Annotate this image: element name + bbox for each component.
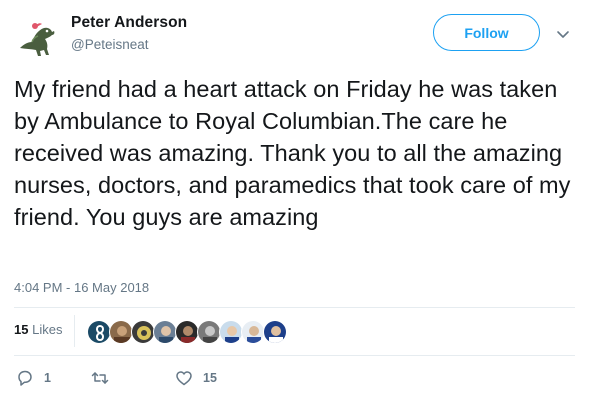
tweet-card: Peter Anderson @Peteisneat Follow My fri… xyxy=(0,0,589,404)
liker-avatar-2[interactable] xyxy=(109,320,133,344)
liker-avatar-4[interactable] xyxy=(153,320,177,344)
tweet-text: My friend had a heart attack on Friday h… xyxy=(14,76,571,230)
heart-icon xyxy=(176,371,192,386)
liker-avatar-1[interactable] xyxy=(87,320,111,344)
follow-button[interactable]: Follow xyxy=(433,14,540,51)
likes-label: Likes xyxy=(32,322,63,337)
author-handle[interactable]: @Peteisneat xyxy=(71,37,149,52)
retweet-icon xyxy=(91,372,109,384)
author-display-name[interactable]: Peter Anderson xyxy=(71,14,187,32)
divider xyxy=(14,307,575,308)
liker-avatar-9[interactable] xyxy=(263,320,287,344)
tweet-timestamp[interactable]: 4:04 PM - 16 May 2018 xyxy=(14,280,149,295)
reply-icon xyxy=(18,370,32,386)
liker-avatar-5[interactable] xyxy=(175,320,199,344)
likes-count: 15 xyxy=(14,322,29,337)
reply-button[interactable]: 1 xyxy=(16,369,51,387)
reply-count: 1 xyxy=(44,371,51,385)
like-button[interactable]: 15 xyxy=(175,369,217,387)
divider xyxy=(74,315,75,347)
retweet-button[interactable] xyxy=(91,369,119,387)
liker-avatar-6[interactable] xyxy=(197,320,221,344)
avatar[interactable] xyxy=(14,14,62,62)
dinosaur-avatar-icon xyxy=(14,14,62,62)
liker-avatar-3[interactable] xyxy=(131,320,155,344)
chevron-down-icon[interactable] xyxy=(556,27,570,41)
liker-avatar-8[interactable] xyxy=(241,320,265,344)
likes-stat[interactable]: 15 Likes xyxy=(14,322,62,337)
divider xyxy=(14,355,575,356)
liker-avatar-7[interactable] xyxy=(219,320,243,344)
like-count: 15 xyxy=(203,371,217,385)
